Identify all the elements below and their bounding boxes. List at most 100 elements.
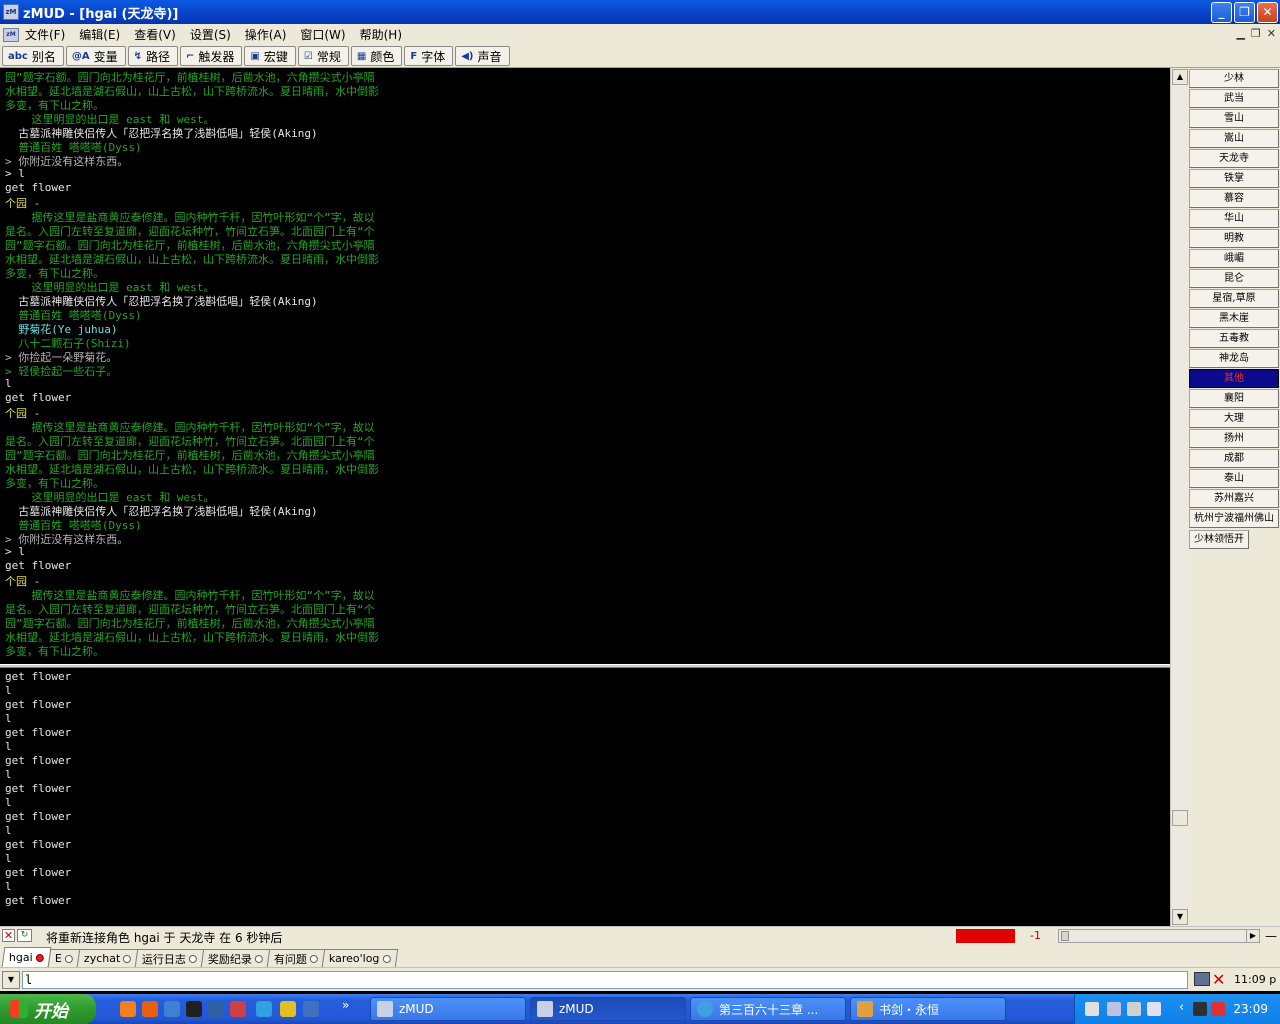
panel-button[interactable]: 杭州宁波福州佛山 xyxy=(1189,509,1279,528)
command-history-window[interactable]: get flower l get flower l get flower l get flo… xyxy=(0,668,1170,926)
panel-button[interactable]: 天龙寺 xyxy=(1189,149,1279,168)
taskbar-item[interactable]: zMUD xyxy=(530,997,686,1021)
mdi-restore-icon[interactable]: ❐ xyxy=(1251,27,1261,40)
quicklaunch-icon-8[interactable] xyxy=(280,1001,296,1017)
panel-button[interactable]: 武当 xyxy=(1189,89,1279,108)
minimize-button[interactable]: _ xyxy=(1211,2,1232,23)
main-output-window[interactable]: 园”题字石额。园门向北为桂花厅，前植桂树，后凿水池，六角攒尖式小亭隔 水相望。延北… xyxy=(0,68,1170,664)
taskbar: 开始 » zMUD zMUD 第三百六十三章 ... 书剑・永恒 ‹ 23:09 xyxy=(0,994,1280,1024)
scroll-right-icon[interactable]: ▶ xyxy=(1246,930,1259,942)
network-tray-icon[interactable] xyxy=(1211,1002,1225,1016)
panel-button[interactable]: 五毒教 xyxy=(1189,329,1279,348)
session-tab[interactable]: hgai xyxy=(1,947,52,967)
pen-tray-icon[interactable] xyxy=(1107,1002,1121,1016)
panel-button[interactable]: 扬州 xyxy=(1189,429,1279,448)
command-input[interactable] xyxy=(22,971,1188,989)
start-button[interactable]: 开始 xyxy=(0,994,96,1024)
qq-tray-icon[interactable] xyxy=(1193,1002,1207,1016)
session-tab[interactable]: zychat xyxy=(76,949,139,967)
mdi-close-icon[interactable]: ✕ xyxy=(1267,27,1276,40)
sounds-button[interactable]: ◀) 声音 xyxy=(455,46,510,66)
panel-button[interactable]: 其他 xyxy=(1189,369,1279,388)
vertical-scrollbar[interactable]: ▲ ▼ xyxy=(1170,68,1188,926)
scroll-down-icon[interactable]: ▼ xyxy=(1172,909,1188,925)
tray-expand-icon[interactable]: ‹ xyxy=(1179,1000,1184,1015)
macros-button[interactable]: ▣ 宏键 xyxy=(244,46,296,66)
quicklaunch-icon-6[interactable] xyxy=(230,1001,246,1017)
ie-icon[interactable] xyxy=(256,1001,272,1017)
panel-button[interactable]: 昆仑 xyxy=(1189,269,1279,288)
menu-actions[interactable]: 操作(A) xyxy=(245,26,287,43)
scroll-up-icon[interactable]: ▲ xyxy=(1172,69,1188,85)
mdi-minimize-icon[interactable]: ▁ xyxy=(1236,27,1244,40)
panel-button[interactable]: 慕容 xyxy=(1189,189,1279,208)
history-dropdown-icon[interactable]: ▼ xyxy=(2,971,20,989)
help-tray-icon[interactable] xyxy=(1147,1002,1161,1016)
checkbox-icon: ☑ xyxy=(303,50,313,62)
firefox-icon[interactable] xyxy=(142,1001,158,1017)
menu-view[interactable]: 查看(V) xyxy=(134,26,176,43)
panel-button[interactable]: 华山 xyxy=(1189,209,1279,228)
session-tab[interactable]: 运行日志 xyxy=(134,949,205,967)
session-tab[interactable]: E xyxy=(47,949,80,967)
aliases-button[interactable]: abc 别名 xyxy=(2,46,64,66)
keyboard-tray-icon[interactable] xyxy=(1085,1002,1099,1016)
taskbar-item[interactable]: 第三百六十三章 ... xyxy=(690,997,846,1021)
triggers-button[interactable]: ⌐ 触发器 xyxy=(180,46,243,66)
menu-file[interactable]: 文件(F) xyxy=(25,26,65,43)
quicklaunch-icon-3[interactable] xyxy=(164,1001,180,1017)
taskbar-item[interactable]: zMUD xyxy=(370,997,526,1021)
panel-button[interactable]: 少林领悟开 xyxy=(1189,530,1249,549)
panel-button[interactable]: 神龙岛 xyxy=(1189,349,1279,368)
session-tab[interactable]: kareo'log xyxy=(321,949,398,967)
panel-button[interactable]: 襄阳 xyxy=(1189,389,1279,408)
close-button[interactable]: ✕ xyxy=(1257,2,1278,23)
menu-edit[interactable]: 编辑(E) xyxy=(79,26,120,43)
menu-settings[interactable]: 设置(S) xyxy=(190,26,231,43)
general-button[interactable]: ☑ 常规 xyxy=(297,46,349,66)
panel-button[interactable]: 泰山 xyxy=(1189,469,1279,488)
document-icon[interactable]: zM xyxy=(3,27,19,42)
panel-button[interactable]: 成都 xyxy=(1189,449,1279,468)
qq-icon[interactable] xyxy=(186,1001,202,1017)
panel-button[interactable]: 雪山 xyxy=(1189,109,1279,128)
session-tab-label: kareo'log xyxy=(329,952,380,965)
quicklaunch-more-icon[interactable]: » xyxy=(342,998,349,1012)
panel-button[interactable]: 星宿,草原 xyxy=(1189,289,1279,308)
disconnect-icon[interactable]: ✕ xyxy=(2,929,15,942)
red-x-icon[interactable]: ✕ xyxy=(1212,970,1225,989)
panel-button[interactable]: 少林 xyxy=(1189,69,1279,88)
quicklaunch-icon-5[interactable] xyxy=(208,1001,224,1017)
command-line: get flower xyxy=(5,782,72,795)
panel-button[interactable]: 峨嵋 xyxy=(1189,249,1279,268)
panel-button[interactable]: 大理 xyxy=(1189,409,1279,428)
hscroll-thumb[interactable] xyxy=(1061,931,1069,941)
command-line: get flower xyxy=(5,670,72,683)
variables-button[interactable]: @A 变量 xyxy=(65,46,126,66)
trigger-icon: ⌐ xyxy=(186,50,195,62)
command-line: get flower xyxy=(5,810,72,823)
scroll-thumb[interactable] xyxy=(1172,810,1188,826)
maximize-button[interactable]: ❐ xyxy=(1234,2,1255,23)
colors-button[interactable]: ▦ 颜色 xyxy=(350,46,403,66)
zmud-app-icon[interactable]: zM xyxy=(3,4,19,20)
menu-window[interactable]: 窗口(W) xyxy=(300,26,345,43)
clock: 23:09 xyxy=(1233,1002,1268,1016)
computer-icon[interactable] xyxy=(1194,972,1210,986)
tray-icon-3[interactable] xyxy=(1127,1002,1141,1016)
panel-button[interactable]: 铁掌 xyxy=(1189,169,1279,188)
panel-button[interactable]: 嵩山 xyxy=(1189,129,1279,148)
reconnect-icon[interactable]: ↻ xyxy=(17,929,32,942)
taskbar-item[interactable]: 书剑・永恒 xyxy=(850,997,1006,1021)
quicklaunch-icon-1[interactable] xyxy=(120,1001,136,1017)
panel-button[interactable]: 黑木崖 xyxy=(1189,309,1279,328)
panel-button[interactable]: 明教 xyxy=(1189,229,1279,248)
session-tab[interactable]: 奖励纪录 xyxy=(200,949,271,967)
paths-button[interactable]: ↯ 路径 xyxy=(127,46,179,66)
quicklaunch-icon-9[interactable] xyxy=(303,1001,319,1017)
fonts-button[interactable]: F 字体 xyxy=(404,46,454,66)
session-tab[interactable]: 有问题 xyxy=(266,949,326,967)
menu-help[interactable]: 帮助(H) xyxy=(360,26,402,43)
panel-button[interactable]: 苏州嘉兴 xyxy=(1189,489,1279,508)
horizontal-scrollbar[interactable]: ▶ xyxy=(1058,929,1260,943)
